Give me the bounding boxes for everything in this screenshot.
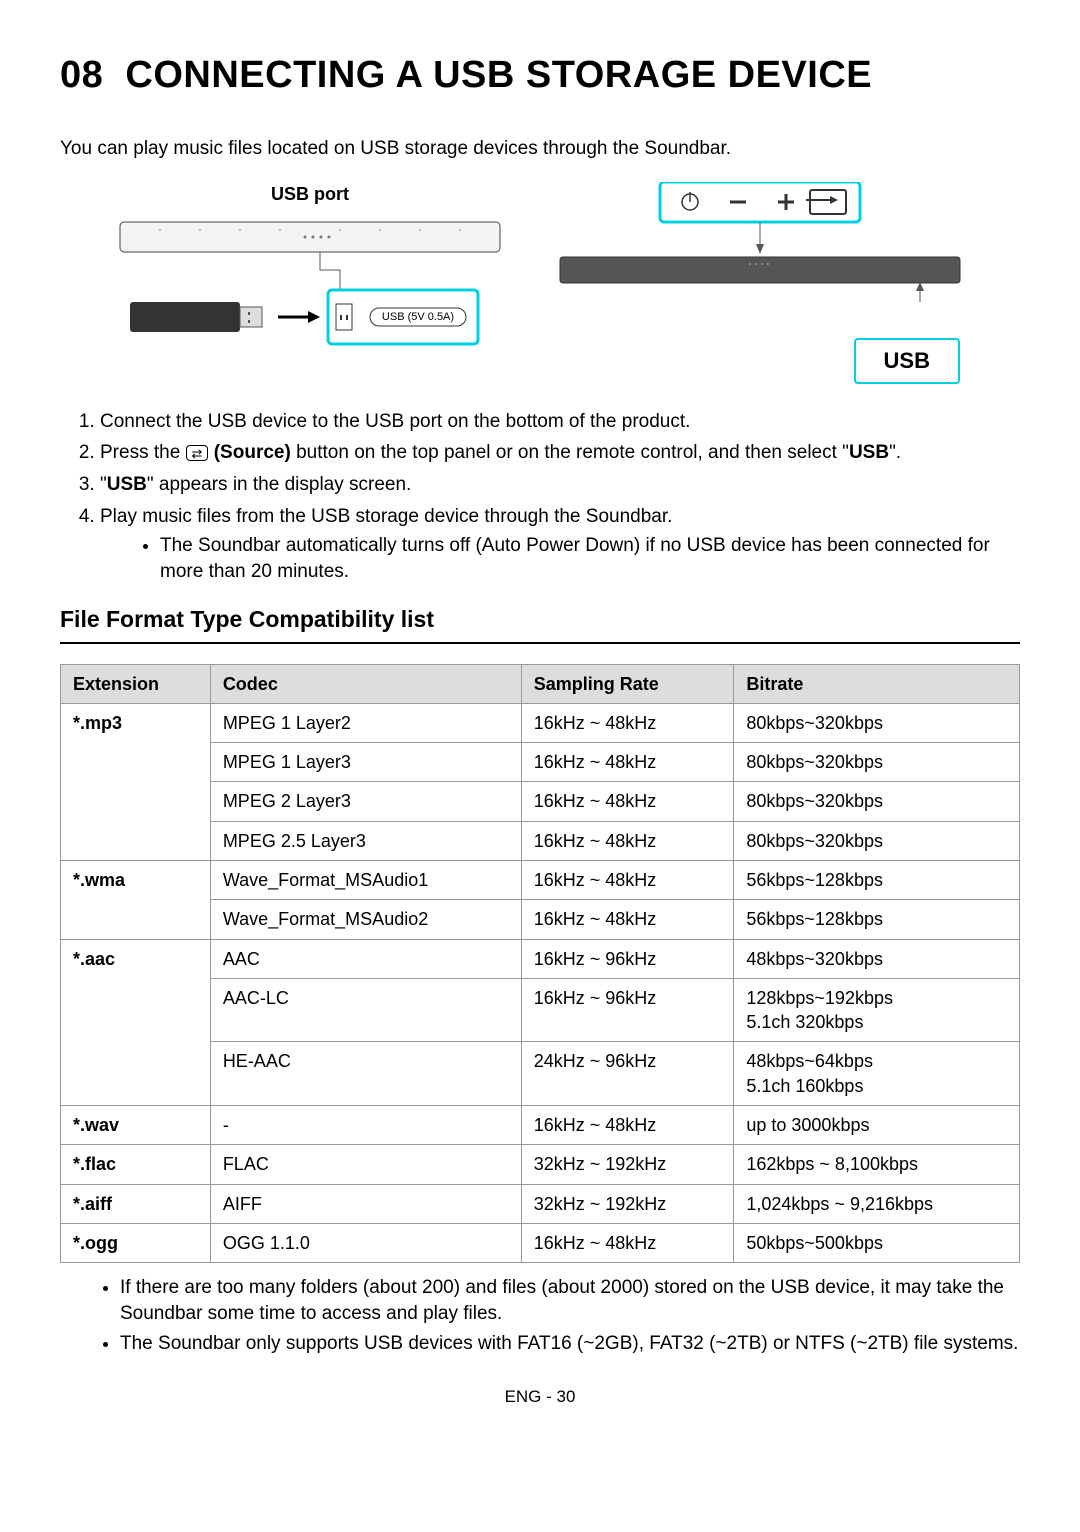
cell-bitrate: 162kbps ~ 8,100kbps <box>734 1145 1020 1184</box>
cell-bitrate: 128kbps~192kbps5.1ch 320kbps <box>734 978 1020 1042</box>
diagram-row: USB port USB (5V 0.5A) <box>60 182 1020 384</box>
display-illustration <box>550 182 970 342</box>
cell-codec: AAC-LC <box>210 978 521 1042</box>
cell-rate: 16kHz ~ 48kHz <box>521 861 734 900</box>
cell-extension: *.aac <box>61 939 211 1105</box>
chapter-number: 08 <box>60 54 103 96</box>
cell-codec: MPEG 1 Layer3 <box>210 743 521 782</box>
diagram-display: USB <box>550 182 970 384</box>
table-row: *.mp3MPEG 1 Layer216kHz ~ 48kHz80kbps~32… <box>61 703 1020 742</box>
cell-codec: AIFF <box>210 1184 521 1223</box>
cell-rate: 16kHz ~ 48kHz <box>521 821 734 860</box>
cell-rate: 24kHz ~ 96kHz <box>521 1042 734 1106</box>
step-4: Play music files from the USB storage de… <box>100 504 1020 585</box>
cell-extension: *.aiff <box>61 1184 211 1223</box>
cell-extension: *.flac <box>61 1145 211 1184</box>
chapter-title: CONNECTING A USB STORAGE DEVICE <box>125 54 872 96</box>
step-3: "USB" appears in the display screen. <box>100 472 1020 498</box>
cell-bitrate: 48kbps~320kbps <box>734 939 1020 978</box>
cell-codec: MPEG 2.5 Layer3 <box>210 821 521 860</box>
cell-bitrate: 80kbps~320kbps <box>734 782 1020 821</box>
table-row: *.wav-16kHz ~ 48kHzup to 3000kbps <box>61 1106 1020 1145</box>
cell-rate: 16kHz ~ 48kHz <box>521 782 734 821</box>
table-row: *.oggOGG 1.1.016kHz ~ 48kHz50kbps~500kbp… <box>61 1223 1020 1262</box>
cell-extension: *.wav <box>61 1106 211 1145</box>
cell-bitrate: up to 3000kbps <box>734 1106 1020 1145</box>
cell-codec: MPEG 2 Layer3 <box>210 782 521 821</box>
cell-bitrate: 80kbps~320kbps <box>734 703 1020 742</box>
cell-bitrate: 56kbps~128kbps <box>734 900 1020 939</box>
step-2: Press the ⇄ (Source) button on the top p… <box>100 440 1020 466</box>
usb-connection-illustration: USB (5V 0.5A) <box>110 212 510 352</box>
cell-bitrate: 50kbps~500kbps <box>734 1223 1020 1262</box>
cell-codec: HE-AAC <box>210 1042 521 1106</box>
cell-bitrate: 56kbps~128kbps <box>734 861 1020 900</box>
cell-extension: *.wma <box>61 861 211 940</box>
col-bitrate: Bitrate <box>734 664 1020 703</box>
note-1: If there are too many folders (about 200… <box>120 1275 1020 1326</box>
cell-rate: 16kHz ~ 48kHz <box>521 743 734 782</box>
cell-bitrate: 80kbps~320kbps <box>734 821 1020 860</box>
col-sampling: Sampling Rate <box>521 664 734 703</box>
usb-display-callout: USB <box>854 338 960 384</box>
diagram-usb-connection: USB port USB (5V 0.5A) <box>110 182 510 352</box>
chapter-heading: 08 CONNECTING A USB STORAGE DEVICE <box>60 50 1020 101</box>
steps-list: Connect the USB device to the USB port o… <box>60 409 1020 585</box>
cell-rate: 16kHz ~ 96kHz <box>521 978 734 1042</box>
cell-codec: OGG 1.1.0 <box>210 1223 521 1262</box>
cell-extension: *.ogg <box>61 1223 211 1262</box>
table-row: *.flacFLAC32kHz ~ 192kHz162kbps ~ 8,100k… <box>61 1145 1020 1184</box>
step-4-sub: The Soundbar automatically turns off (Au… <box>160 533 1020 584</box>
table-row: *.aiffAIFF32kHz ~ 192kHz1,024kbps ~ 9,21… <box>61 1184 1020 1223</box>
col-codec: Codec <box>210 664 521 703</box>
step-1: Connect the USB device to the USB port o… <box>100 409 1020 435</box>
cell-codec: FLAC <box>210 1145 521 1184</box>
cell-rate: 32kHz ~ 192kHz <box>521 1184 734 1223</box>
notes-list: If there are too many folders (about 200… <box>60 1275 1020 1356</box>
page-footer: ENG - 30 <box>60 1386 1020 1409</box>
source-icon: ⇄ <box>186 445 209 461</box>
cell-bitrate: 80kbps~320kbps <box>734 743 1020 782</box>
table-row: *.aacAAC16kHz ~ 96kHz48kbps~320kbps <box>61 939 1020 978</box>
cell-codec: AAC <box>210 939 521 978</box>
intro-text: You can play music files located on USB … <box>60 136 1020 162</box>
cell-codec: MPEG 1 Layer2 <box>210 703 521 742</box>
cell-codec: - <box>210 1106 521 1145</box>
cell-rate: 16kHz ~ 48kHz <box>521 1223 734 1262</box>
note-2: The Soundbar only supports USB devices w… <box>120 1331 1020 1357</box>
cell-rate: 16kHz ~ 48kHz <box>521 703 734 742</box>
cell-bitrate: 48kbps~64kbps5.1ch 160kbps <box>734 1042 1020 1106</box>
table-heading: File Format Type Compatibility list <box>60 604 1020 643</box>
usb-port-label: USB port <box>110 182 510 206</box>
cell-codec: Wave_Format_MSAudio1 <box>210 861 521 900</box>
cell-bitrate: 1,024kbps ~ 9,216kbps <box>734 1184 1020 1223</box>
table-row: *.wmaWave_Format_MSAudio116kHz ~ 48kHz56… <box>61 861 1020 900</box>
cell-rate: 16kHz ~ 96kHz <box>521 939 734 978</box>
cell-rate: 16kHz ~ 48kHz <box>521 900 734 939</box>
compat-table: Extension Codec Sampling Rate Bitrate *.… <box>60 664 1020 1264</box>
usb-spec-text: USB (5V 0.5A) <box>382 311 454 323</box>
cell-rate: 32kHz ~ 192kHz <box>521 1145 734 1184</box>
cell-rate: 16kHz ~ 48kHz <box>521 1106 734 1145</box>
col-extension: Extension <box>61 664 211 703</box>
cell-extension: *.mp3 <box>61 703 211 860</box>
cell-codec: Wave_Format_MSAudio2 <box>210 900 521 939</box>
